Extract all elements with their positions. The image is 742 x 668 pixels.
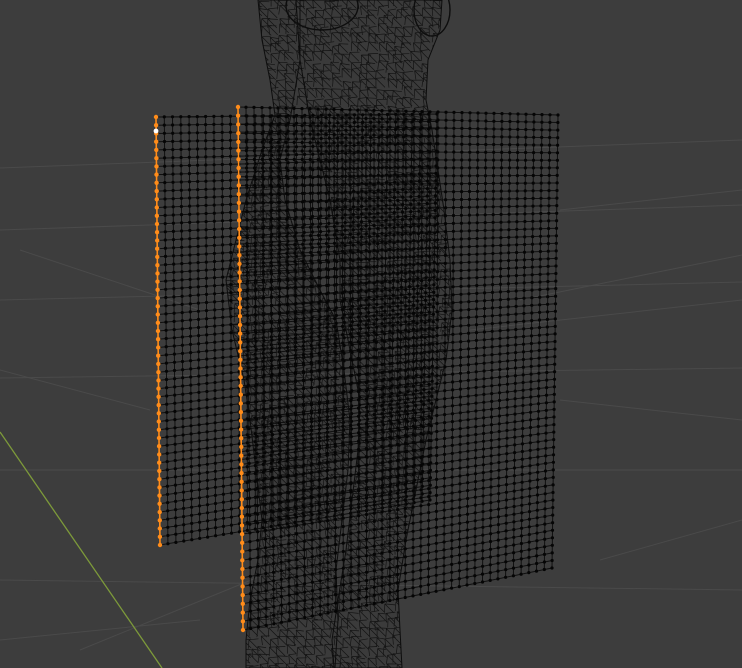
floor-axis-y — [0, 431, 163, 668]
viewport-canvas[interactable] — [0, 0, 742, 668]
3d-viewport[interactable] — [0, 0, 742, 668]
active-vertex[interactable] — [153, 128, 159, 134]
